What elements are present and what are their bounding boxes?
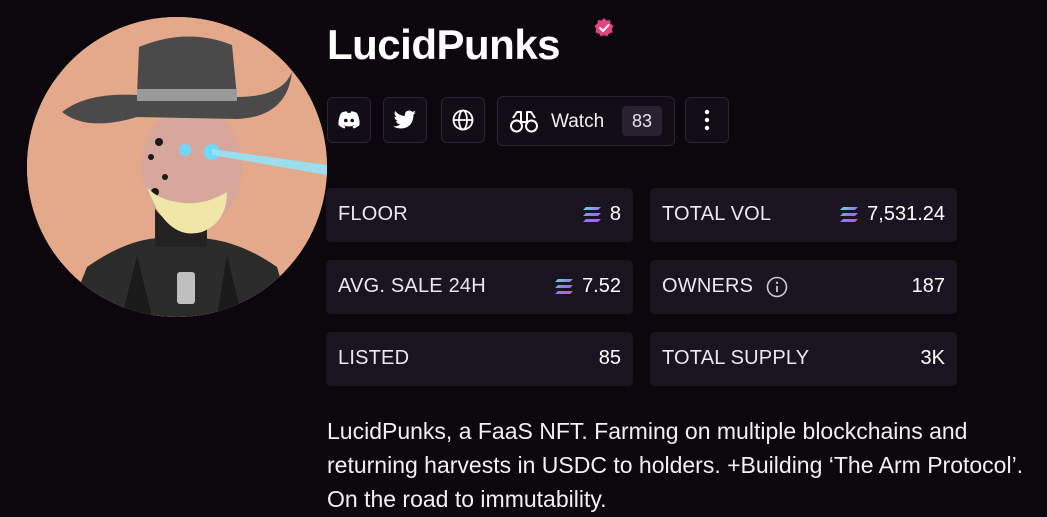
stat-label: TOTAL SUPPLY	[662, 347, 810, 369]
stat-value: 8	[609, 203, 621, 225]
stat-listed: LISTED 85	[326, 332, 633, 386]
stat-total-supply: TOTAL SUPPLY 3K	[650, 332, 957, 386]
twitter-button[interactable]	[383, 97, 427, 143]
globe-icon	[452, 109, 474, 131]
watch-count: 83	[622, 106, 662, 136]
stat-value: 85	[598, 347, 621, 369]
info-icon[interactable]	[766, 276, 788, 298]
more-vertical-icon	[704, 109, 710, 131]
solana-icon	[840, 207, 859, 222]
verified-badge-icon	[594, 18, 614, 37]
stat-owners: OWNERS 187	[650, 260, 957, 314]
stat-value-wrap: 7,531.24	[839, 203, 945, 226]
discord-icon	[338, 111, 360, 129]
stat-value-wrap: 7.52	[554, 275, 621, 298]
binoculars-icon	[510, 111, 538, 133]
stat-value: 187	[911, 275, 945, 297]
stat-value: 3K	[920, 347, 945, 369]
stat-label: LISTED	[338, 347, 410, 369]
watch-label: Watch	[551, 111, 605, 132]
stat-value: 7.52	[582, 275, 621, 297]
stat-value: 7,531.24	[867, 203, 945, 225]
stat-avg-sale-24h: AVG. SALE 24H 7.52	[326, 260, 633, 314]
stat-label: FLOOR	[338, 203, 408, 225]
collection-description: LucidPunks, a FaaS NFT. Farming on multi…	[327, 418, 1024, 512]
stat-label: TOTAL VOL	[662, 203, 772, 225]
solana-icon	[555, 279, 574, 294]
stat-label: OWNERS	[662, 275, 754, 297]
discord-button[interactable]	[327, 97, 371, 143]
collection-title: LucidPunks	[327, 21, 561, 68]
solana-icon	[582, 207, 601, 222]
stat-floor: FLOOR 8	[326, 188, 633, 242]
stat-label: AVG. SALE 24H	[338, 275, 486, 297]
stat-value-wrap: 187	[912, 275, 945, 298]
stat-value-wrap: 3K	[921, 347, 945, 370]
collection-avatar	[27, 17, 327, 317]
stat-total-volume: TOTAL VOL 7,531.24	[650, 188, 957, 242]
watch-button[interactable]: Watch 83	[497, 96, 675, 146]
website-button[interactable]	[441, 97, 485, 143]
twitter-icon	[393, 110, 416, 129]
stat-value-wrap: 8	[582, 203, 621, 226]
stat-value-wrap: 85	[599, 347, 621, 370]
more-options-button[interactable]	[685, 97, 729, 143]
